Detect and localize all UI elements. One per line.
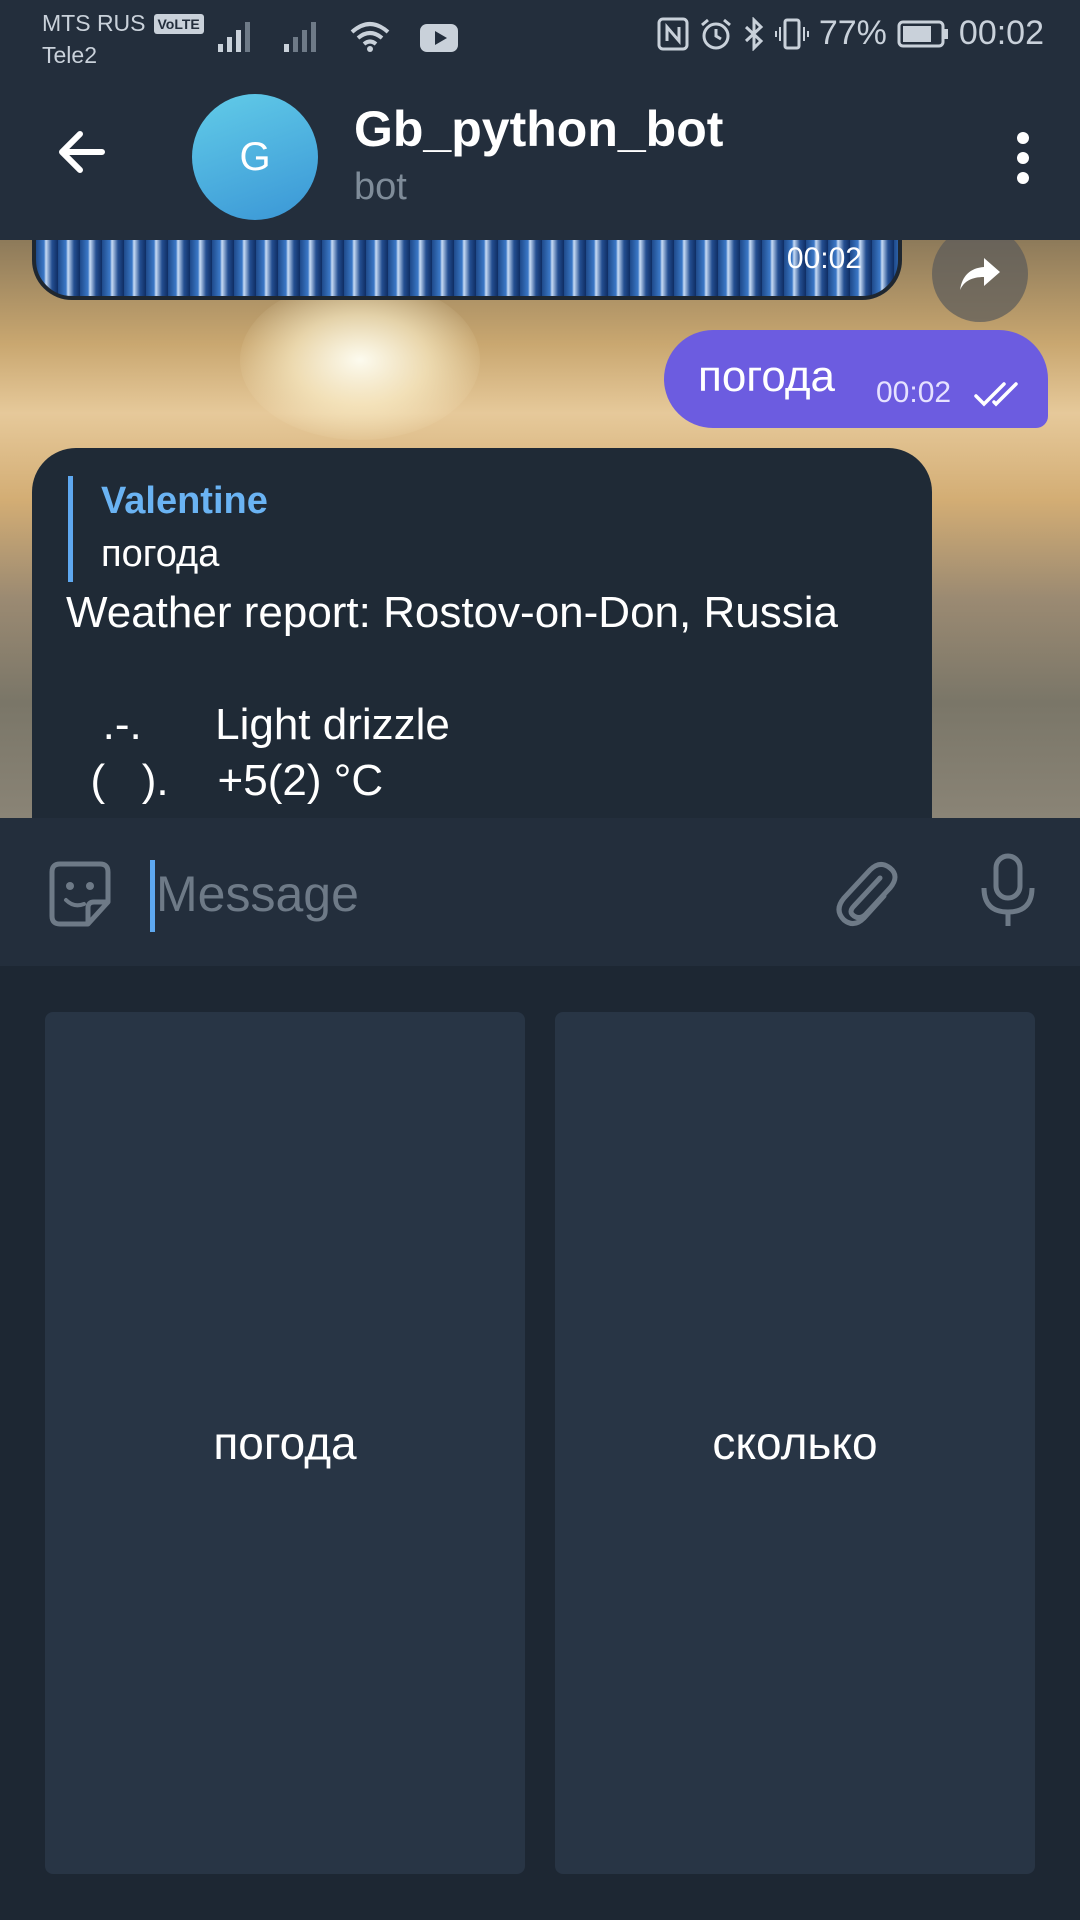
incoming-message[interactable]: Valentine погода Weather report: Rostov-… — [32, 448, 932, 818]
message-text: погода — [698, 352, 836, 401]
volte-badge: VoLTE — [153, 13, 204, 34]
text-cursor — [150, 860, 155, 932]
chat-area[interactable]: 00:02 погода 00:02 Valentine погода Weat… — [0, 240, 1080, 818]
battery-percent: 77% — [818, 14, 887, 52]
youtube-icon — [420, 24, 458, 52]
message-line: Weather report: Rostov-on-Don, Russia — [66, 588, 838, 637]
wifi-icon — [350, 22, 390, 52]
voice-button[interactable] — [976, 852, 1040, 937]
message-line: ( ). +5(2) °C — [66, 756, 384, 805]
more-menu-button[interactable] — [1008, 128, 1038, 188]
carrier-secondary: Tele2 — [42, 42, 97, 68]
double-check-icon — [974, 382, 1018, 407]
status-right: 77% 00:02 — [657, 14, 1044, 53]
carrier-name: MTS RUS — [42, 10, 146, 36]
more-vertical-icon — [1017, 132, 1029, 184]
message-time: 00:02 — [786, 242, 862, 275]
chat-header: G Gb_python_bot bot — [0, 78, 1080, 240]
signal-icon-2 — [284, 22, 316, 52]
signal-icon — [218, 22, 250, 52]
nfc-icon — [657, 17, 689, 50]
message-time: 00:02 — [876, 376, 952, 409]
alarm-icon — [700, 18, 731, 49]
attach-button[interactable] — [830, 854, 900, 935]
keyboard-button-skolko[interactable]: сколько — [555, 1012, 1035, 1874]
signal-icons — [218, 20, 458, 52]
keyboard-button-pogoda[interactable]: погода — [45, 1012, 525, 1874]
emoji-button[interactable] — [44, 858, 116, 935]
reply-quote[interactable]: Valentine погода — [68, 476, 268, 582]
reply-author: Valentine — [101, 480, 268, 522]
wallpaper-sun — [240, 280, 480, 440]
share-icon — [960, 258, 1000, 290]
chat-subtitle: bot — [354, 166, 407, 208]
reply-text: погода — [101, 533, 220, 575]
vibrate-icon — [774, 18, 809, 49]
avatar[interactable]: G — [192, 94, 318, 220]
chat-title[interactable]: Gb_python_bot — [354, 100, 723, 158]
message-input[interactable] — [156, 854, 796, 934]
bluetooth-icon — [744, 16, 764, 51]
avatar-letter: G — [239, 134, 271, 179]
forward-button[interactable] — [932, 240, 1028, 322]
carrier-primary: MTS RUS VoLTE — [42, 10, 204, 37]
image-message[interactable]: 00:02 — [32, 240, 902, 300]
clock: 00:02 — [958, 14, 1044, 52]
bot-keyboard: погода сколько — [0, 966, 1080, 1920]
message-line: .-. Light drizzle — [66, 700, 450, 749]
microphone-icon — [981, 853, 1035, 926]
battery-icon — [897, 20, 948, 47]
message-input-bar — [0, 818, 1080, 966]
arrow-left-icon — [59, 131, 105, 173]
paperclip-icon — [836, 862, 898, 926]
outgoing-message[interactable]: погода 00:02 — [664, 330, 1048, 428]
back-button[interactable] — [52, 122, 112, 182]
sticker-icon — [49, 861, 111, 927]
status-bar: MTS RUS VoLTE Tele2 77% 00:02 — [0, 0, 1080, 78]
